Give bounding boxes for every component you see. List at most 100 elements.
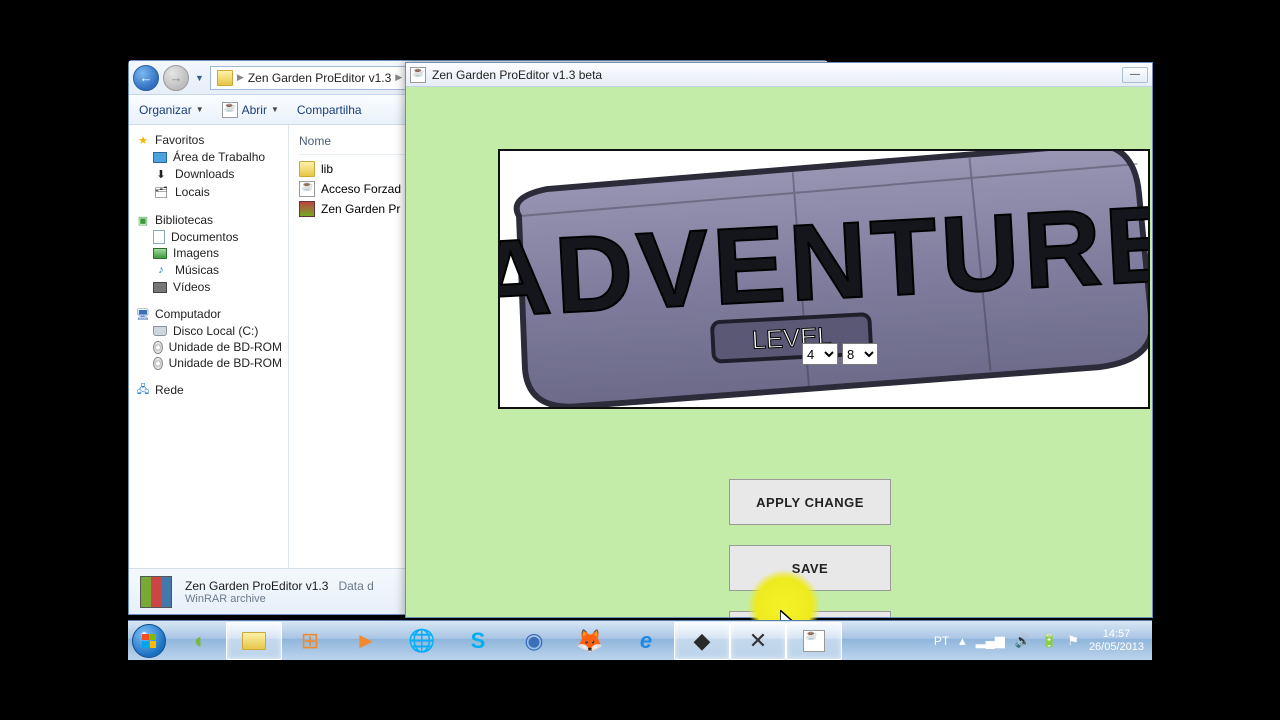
details-filetype: WinRAR archive [185,593,374,605]
toolbar-share[interactable]: Compartilha [297,103,362,117]
taskbar-app-3[interactable]: ⊞ [282,622,338,660]
java-icon [299,181,315,197]
nav-favorites[interactable]: ★Favoritos [133,131,284,149]
nav-videos[interactable]: Vídeos [133,279,284,295]
nav-back-button[interactable]: ← [133,65,159,91]
network-icon: 🖧 [135,382,151,398]
nav-history-dropdown[interactable]: ▼ [193,73,206,83]
clock-time: 14:57 [1089,628,1144,641]
computer-icon: 🖥 [135,306,151,322]
nav-locals[interactable]: 🗂Locais [133,183,284,201]
app-body: ADVENTURE LEVEL 4 8 APPLY CHANGE SAVE [406,87,1152,617]
libraries-icon: ▣ [135,212,151,228]
tools-icon: ✕ [749,628,767,654]
details-meta-label: Data d [338,579,373,593]
system-tray: PT ▴ ▂▄▆ 🔊 🔋 ⚑ 14:57 26/05/2013 [926,621,1152,660]
archive-icon [299,201,315,217]
minimize-button[interactable]: — [1122,67,1148,83]
chevron-down-icon: ▼ [271,105,279,114]
details-filename: Zen Garden ProEditor v1.3 [185,579,328,593]
save-button[interactable]: SAVE [729,545,891,591]
taskbar-app-7[interactable]: ◉ [506,622,562,660]
archive-icon [137,573,175,611]
taskbar-app-10[interactable]: ◆ [674,622,730,660]
battery-icon[interactable]: 🔋 [1041,633,1057,649]
app-window: Zen Garden ProEditor v1.3 beta — ADVENTU… [405,62,1153,618]
picture-icon [153,248,167,259]
taskbar-clock[interactable]: 14:57 26/05/2013 [1089,628,1144,654]
app-titlebar[interactable]: Zen Garden ProEditor v1.3 beta — [406,63,1152,87]
folder-icon [299,161,315,177]
network-icon[interactable]: ▂▄▆ [976,633,1005,649]
chevron-right-icon: ▶ [395,72,402,83]
adventure-logo-svg: ADVENTURE LEVEL [500,151,1148,407]
start-button[interactable] [128,621,170,661]
disc-icon [153,357,163,370]
nav-downloads[interactable]: ⬇Downloads [133,165,284,183]
music-icon: ♪ [153,262,169,278]
taskbar-skype[interactable]: S [450,622,506,660]
taskbar-java-app[interactable] [786,622,842,660]
button-column: APPLY CHANGE SAVE [729,479,891,617]
windows-orb-icon [132,624,166,658]
nav-desktop[interactable]: Área de Trabalho [133,149,284,165]
third-button-cutoff[interactable] [729,611,891,617]
adventure-banner: ADVENTURE LEVEL [498,149,1150,409]
app-title: Zen Garden ProEditor v1.3 beta [432,68,602,82]
level-major-select[interactable]: 4 [802,343,838,365]
nav-network[interactable]: 🖧Rede [133,381,284,399]
action-center-icon[interactable]: ⚑ [1067,633,1079,649]
nav-bdrom1[interactable]: Unidade de BD-ROM [133,339,284,355]
document-icon [153,230,165,244]
taskbar-pinned: ◖ ⊞ ► 🌐 S ◉ 🦊 e ◆ ✕ [170,621,842,660]
clock-date: 26/05/2013 [1089,641,1144,654]
nav-bdrom2[interactable]: Unidade de BD-ROM [133,355,284,371]
toolbar-organize[interactable]: Organizar ▼ [139,103,204,117]
firefox-icon: 🦊 [576,628,603,654]
taskbar-app-1[interactable]: ◖ [170,622,226,660]
nav-music[interactable]: ♪Músicas [133,261,284,279]
nav-forward-button[interactable]: → [163,65,189,91]
nav-libraries[interactable]: ▣Bibliotecas [133,211,284,229]
language-indicator[interactable]: PT [934,634,949,648]
level-minor-select[interactable]: 8 [842,343,878,365]
taskbar-explorer[interactable] [226,622,282,660]
chevron-down-icon: ▼ [196,105,204,114]
taskbar-ie[interactable]: e [618,622,674,660]
taskbar-app-11[interactable]: ✕ [730,622,786,660]
java-icon [803,630,825,652]
taskbar-app-5[interactable]: 🌐 [394,622,450,660]
nav-documents[interactable]: Documentos [133,229,284,245]
video-icon [153,282,167,293]
nav-localdisk[interactable]: Disco Local (C:) [133,323,284,339]
explorer-nav-pane: ★Favoritos Área de Trabalho ⬇Downloads 🗂… [129,125,289,568]
disc-icon [153,341,163,354]
play-icon: ► [355,628,377,654]
grid-icon: ⊞ [301,628,319,654]
nav-images[interactable]: Imagens [133,245,284,261]
nav-computer[interactable]: 🖥Computador [133,305,284,323]
breadcrumb-segment[interactable]: Zen Garden ProEditor v1.3 [248,71,391,85]
taskbar-firefox[interactable]: 🦊 [562,622,618,660]
folder-icon [217,70,233,86]
desktop-icon [153,152,167,163]
star-icon: ★ [135,132,151,148]
chevron-right-icon: ▶ [237,72,244,83]
java-icon [410,67,426,83]
skype-icon: S [471,628,486,654]
disk-icon [153,326,167,336]
folder-icon [242,632,266,650]
download-icon: ⬇ [153,166,169,182]
taskbar-media-player[interactable]: ► [338,622,394,660]
toolbar-open[interactable]: Abrir ▼ [222,102,279,118]
cube-icon: ◆ [694,628,711,654]
taskbar: ◖ ⊞ ► 🌐 S ◉ 🦊 e ◆ ✕ PT ▴ ▂▄▆ 🔊 🔋 ⚑ 14:57… [128,620,1152,660]
recent-icon: 🗂 [153,184,169,200]
volume-icon[interactable]: 🔊 [1015,633,1031,649]
globe-icon: 🌐 [408,628,435,654]
ie-icon: e [640,628,652,654]
leaf-icon: ◖ [191,628,204,654]
swirl-icon: ◉ [524,628,543,654]
tray-chevron-icon[interactable]: ▴ [959,633,966,649]
apply-change-button[interactable]: APPLY CHANGE [729,479,891,525]
